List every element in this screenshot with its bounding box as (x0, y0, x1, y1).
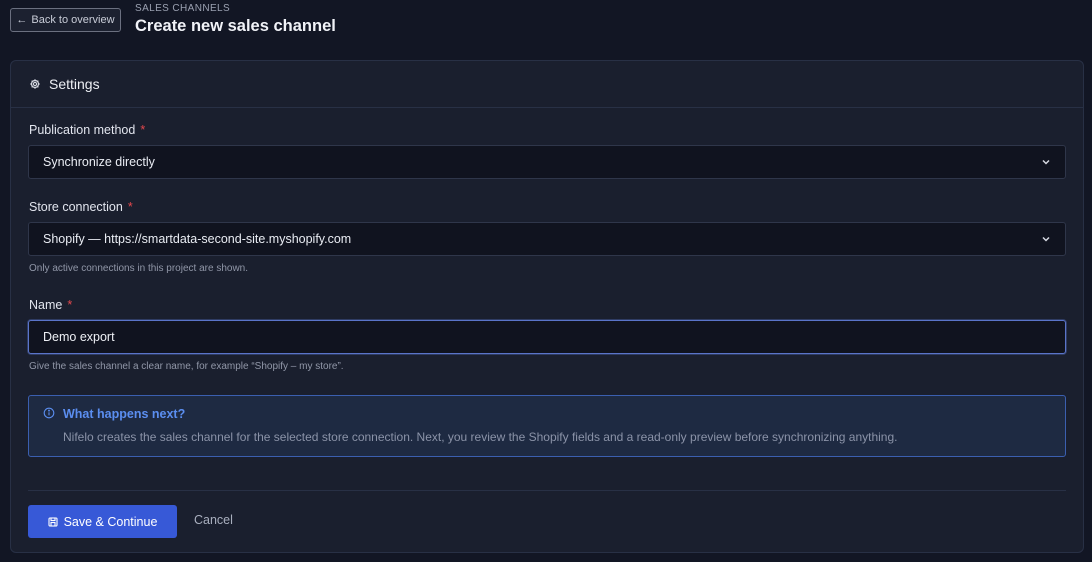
save-and-continue-button[interactable]: Save & Continue (28, 505, 177, 538)
publication-method-select[interactable]: Synchronize directly (28, 145, 1066, 179)
page: ← Back to overview SALES CHANNELS Create… (0, 0, 1092, 562)
save-button-label: Save & Continue (63, 514, 158, 529)
required-marker: * (140, 123, 146, 137)
info-text: Nifelo creates the sales channel for the… (63, 430, 898, 444)
name-label-text: Name (29, 298, 63, 312)
chevron-down-icon (1042, 159, 1050, 165)
name-label: Name * (29, 298, 72, 312)
page-title: Create new sales channel (135, 17, 336, 35)
publication-method-value: Synchronize directly (43, 155, 155, 169)
arrow-left-icon: ← (16, 14, 28, 26)
chevron-down-icon (1042, 236, 1050, 242)
card-header: Settings (11, 61, 1083, 108)
back-button-label: Back to overview (31, 14, 115, 26)
gear-icon (30, 79, 40, 89)
name-hint: Give the sales channel a clear name, for… (29, 361, 344, 372)
info-icon (43, 407, 55, 419)
publication-method-label-text: Publication method (29, 123, 136, 137)
info-callout: What happens next? Nifelo creates the sa… (28, 395, 1066, 457)
store-connection-label-text: Store connection (29, 200, 123, 214)
required-marker: * (127, 200, 133, 214)
back-to-overview-button[interactable]: ← Back to overview (10, 8, 121, 32)
required-marker: * (67, 298, 73, 312)
card-title: Settings (49, 76, 100, 92)
info-title: What happens next? (63, 407, 186, 421)
cancel-button[interactable]: Cancel (194, 513, 233, 527)
settings-card: Settings Publication method * Synchronize… (10, 60, 1084, 553)
store-connection-value: Shopify — https://smartdata-second-site.… (43, 232, 352, 246)
store-connection-label: Store connection * (29, 200, 133, 214)
save-icon (48, 516, 58, 527)
divider (28, 490, 1066, 491)
breadcrumb: SALES CHANNELS (135, 3, 231, 14)
store-connection-hint: Only active connections in this project … (29, 263, 248, 274)
name-input[interactable] (28, 320, 1066, 354)
store-connection-select[interactable]: Shopify — https://smartdata-second-site.… (28, 222, 1066, 256)
publication-method-label: Publication method * (29, 123, 145, 137)
